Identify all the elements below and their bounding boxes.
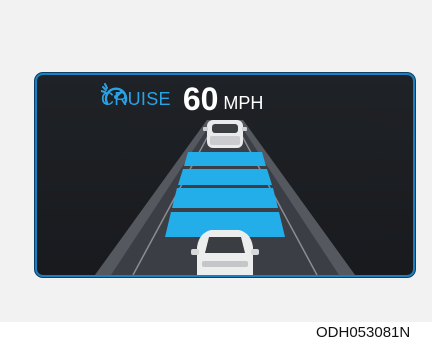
distance-bar-1 xyxy=(184,152,266,166)
cruise-control-icon xyxy=(101,83,128,105)
image-reference-code: ODH053081N xyxy=(316,324,411,341)
distance-bar-3 xyxy=(172,188,278,208)
speed-unit: MPH xyxy=(223,92,264,113)
cruise-display: CRUISE 60 MPH xyxy=(37,75,413,275)
own-vehicle-icon xyxy=(191,230,259,275)
cruise-status-row: CRUISE 60 MPH xyxy=(101,80,264,117)
distance-bar-2 xyxy=(178,169,272,185)
lead-vehicle-icon xyxy=(203,120,247,148)
set-speed-value: 60 xyxy=(182,80,219,117)
